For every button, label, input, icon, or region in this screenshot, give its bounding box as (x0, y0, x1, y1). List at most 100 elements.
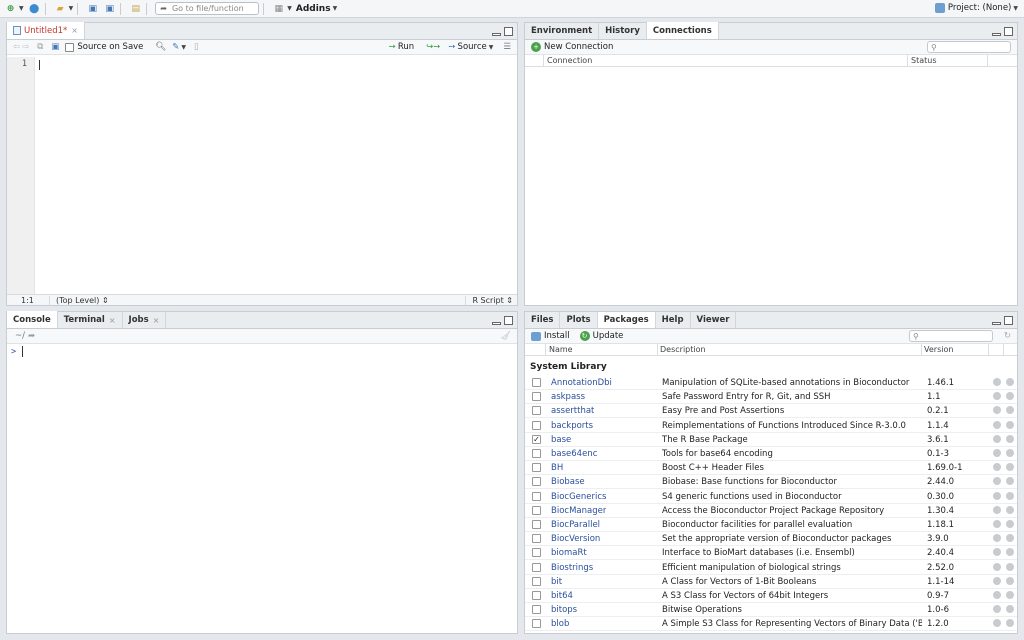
package-load-checkbox[interactable] (532, 619, 541, 629)
close-tab-icon[interactable]: × (71, 26, 78, 35)
remove-package-icon[interactable] (1006, 548, 1014, 557)
code-tools-icon[interactable]: ✎ (172, 42, 179, 52)
open-file-icon[interactable]: ▰ (54, 3, 67, 15)
maximize-icon[interactable] (1004, 316, 1013, 325)
package-website-icon[interactable] (993, 562, 1001, 571)
remove-package-icon[interactable] (1006, 449, 1014, 457)
tab-plots[interactable]: Plots (560, 312, 598, 328)
new-file-icon[interactable]: ⊕ (4, 3, 17, 15)
source-button[interactable]: ➙ Source ▼ (448, 42, 493, 52)
tab-untitled1[interactable]: Untitled1* × (7, 22, 85, 39)
package-load-checkbox[interactable] (532, 463, 541, 473)
package-website-icon[interactable] (993, 576, 1001, 585)
package-website-icon[interactable] (993, 378, 1001, 386)
package-load-checkbox[interactable] (532, 576, 541, 586)
minimize-icon[interactable] (492, 33, 501, 36)
package-website-icon[interactable] (993, 520, 1001, 528)
package-load-checkbox[interactable] (532, 534, 541, 544)
remove-package-icon[interactable] (1006, 378, 1014, 386)
panes-dropdown-icon[interactable]: ▼ (287, 5, 292, 12)
remove-package-icon[interactable] (1006, 562, 1014, 571)
console-input-area[interactable]: > (7, 345, 517, 633)
package-load-checkbox[interactable] (532, 520, 541, 529)
minimize-icon[interactable] (492, 322, 501, 325)
package-name-link[interactable]: base64enc (551, 449, 597, 459)
tab-terminal[interactable]: Terminal × (58, 312, 123, 328)
remove-package-icon[interactable] (1006, 463, 1014, 472)
forward-icon[interactable]: ⇨ (22, 42, 29, 52)
package-website-icon[interactable] (993, 534, 1001, 543)
connections-search-input[interactable]: ⚲ (927, 41, 1011, 53)
refresh-icon[interactable]: ↻ (1004, 331, 1011, 341)
column-description[interactable]: Description (660, 345, 706, 354)
package-name-link[interactable]: AnnotationDbi (551, 378, 612, 388)
new-connection-button[interactable]: + New Connection (531, 42, 613, 52)
package-name-link[interactable]: BiocGenerics (551, 492, 606, 502)
package-name-link[interactable]: bit64 (551, 591, 573, 601)
tab-environment[interactable]: Environment (525, 23, 600, 39)
remove-package-icon[interactable] (1006, 619, 1014, 628)
package-website-icon[interactable] (993, 619, 1001, 628)
package-name-link[interactable]: Biostrings (551, 563, 593, 573)
remove-package-icon[interactable] (1006, 534, 1014, 543)
minimize-icon[interactable] (992, 322, 1001, 325)
package-name-link[interactable]: BH (551, 463, 563, 473)
tab-connections[interactable]: Connections (646, 22, 719, 39)
package-load-checkbox[interactable] (532, 505, 541, 515)
remove-package-icon[interactable] (1006, 505, 1014, 514)
package-load-checkbox[interactable] (532, 449, 541, 458)
tab-jobs[interactable]: Jobs × (123, 312, 167, 328)
package-website-icon[interactable] (993, 548, 1001, 557)
package-load-checkbox[interactable] (532, 392, 541, 402)
column-version[interactable]: Version (924, 345, 953, 354)
remove-package-icon[interactable] (1006, 591, 1014, 599)
addins-dropdown-icon[interactable]: ▼ (333, 5, 338, 12)
scope-selector[interactable]: (Top Level) ⇕ (49, 296, 109, 305)
tab-viewer[interactable]: Viewer (691, 312, 737, 328)
package-website-icon[interactable] (993, 406, 1001, 415)
package-name-link[interactable]: blob (551, 619, 569, 629)
find-replace-icon[interactable]: 🔍︎ (155, 42, 166, 52)
save-file-icon[interactable]: ▣ (51, 42, 59, 52)
remove-package-icon[interactable] (1006, 420, 1014, 429)
package-website-icon[interactable] (993, 463, 1001, 472)
remove-package-icon[interactable] (1006, 605, 1014, 614)
package-load-checkbox[interactable] (532, 406, 541, 416)
package-load-checkbox[interactable] (532, 420, 541, 430)
save-all-icon[interactable]: ▣ (103, 3, 116, 15)
package-website-icon[interactable] (993, 605, 1001, 614)
remove-package-icon[interactable] (1006, 491, 1014, 500)
package-load-checkbox[interactable] (532, 378, 541, 387)
package-name-link[interactable]: backports (551, 421, 593, 431)
new-project-icon[interactable]: ⬤ (28, 3, 41, 15)
package-website-icon[interactable] (993, 420, 1001, 429)
tab-console[interactable]: Console (7, 311, 58, 328)
maximize-icon[interactable] (504, 316, 513, 325)
save-icon[interactable]: ▣ (86, 3, 99, 15)
package-name-link[interactable]: biomaRt (551, 548, 587, 558)
run-button[interactable]: ➙ Run (389, 42, 414, 52)
back-icon[interactable]: ⇦ (13, 42, 20, 52)
package-name-link[interactable]: BiocVersion (551, 534, 600, 544)
package-website-icon[interactable] (993, 491, 1001, 500)
package-website-icon[interactable] (993, 477, 1001, 486)
compile-report-icon[interactable]: ▯ (194, 42, 199, 52)
package-name-link[interactable]: BiocParallel (551, 520, 600, 530)
remove-package-icon[interactable] (1006, 520, 1014, 528)
package-name-link[interactable]: BiocManager (551, 506, 606, 516)
package-load-checkbox[interactable] (532, 491, 541, 501)
addins-menu[interactable]: Addins (296, 4, 331, 14)
remove-package-icon[interactable] (1006, 406, 1014, 415)
tab-help[interactable]: Help (656, 312, 691, 328)
file-type-selector[interactable]: R Script ⇕ (465, 296, 513, 305)
package-load-checkbox[interactable] (532, 591, 541, 600)
tab-packages[interactable]: Packages (597, 312, 656, 328)
package-name-link[interactable]: Biobase (551, 477, 585, 487)
go-to-directory-icon[interactable]: ➦ (28, 331, 35, 341)
tab-files[interactable]: Files (525, 312, 561, 328)
column-connection[interactable]: Connection (547, 56, 592, 65)
remove-package-icon[interactable] (1006, 576, 1014, 585)
package-name-link[interactable]: askpass (551, 392, 585, 402)
workspace-panes-icon[interactable]: ▦ (272, 3, 285, 15)
show-in-window-icon[interactable]: ⧉ (37, 42, 43, 52)
